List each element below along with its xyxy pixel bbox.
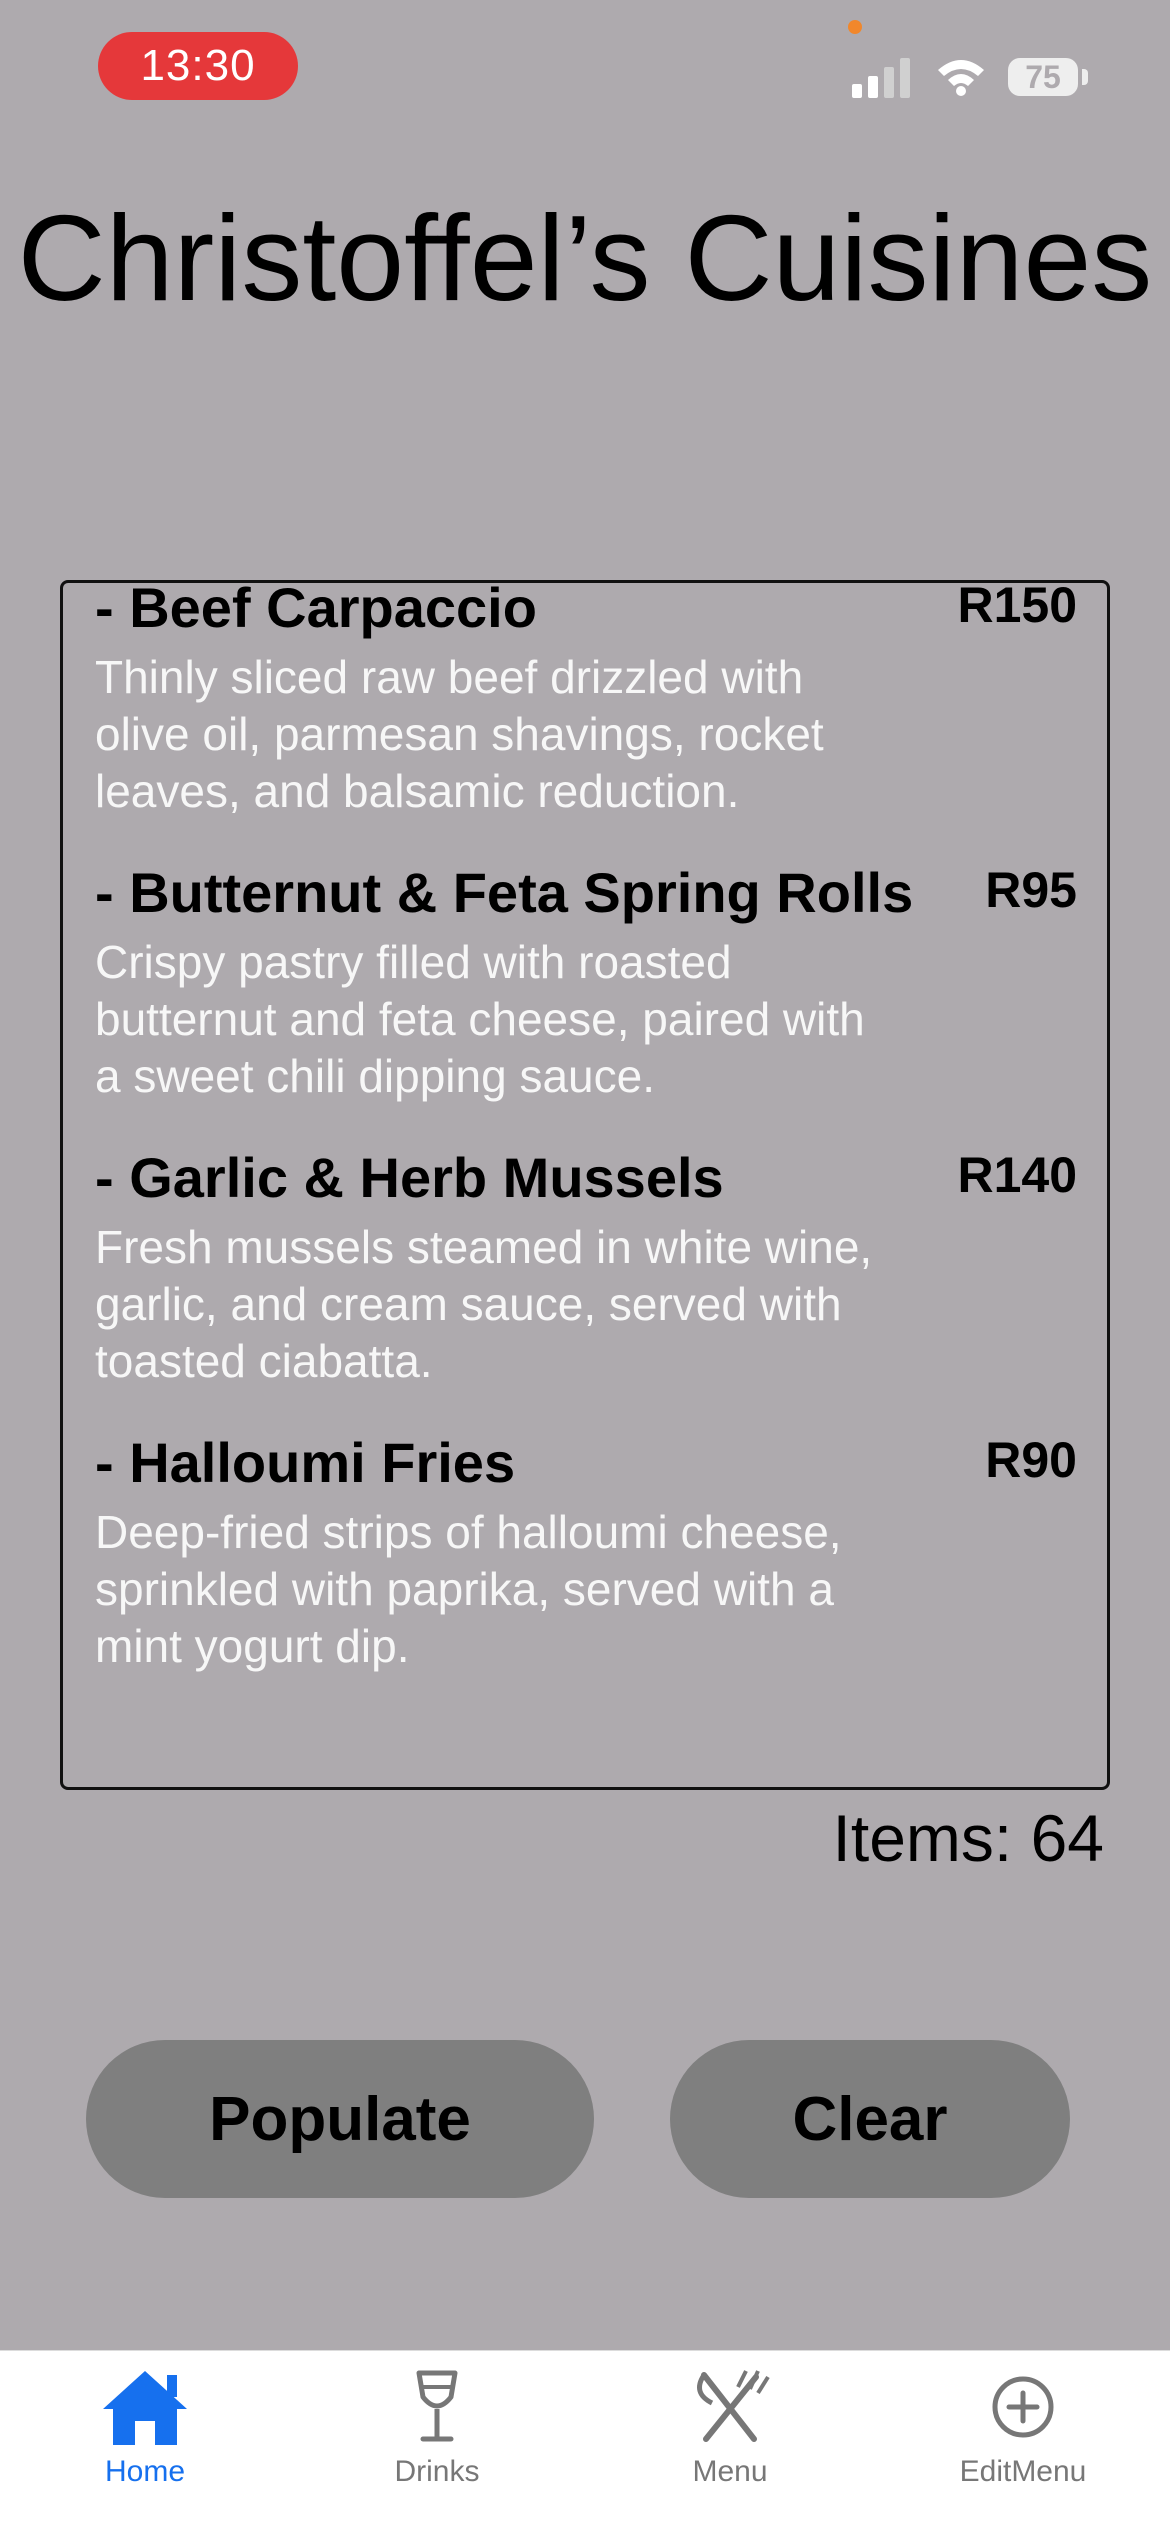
house-icon (103, 2371, 187, 2445)
item-price: R90 (985, 1432, 1077, 1488)
tab-drinks[interactable]: Drinks (322, 2367, 552, 2489)
tab-drinks-label: Drinks (394, 2455, 480, 2488)
menu-list[interactable]: - Beef Carpaccio R150 Thinly sliced raw … (60, 580, 1110, 1790)
item-price: R150 (957, 580, 1077, 633)
populate-button[interactable]: Populate (86, 2040, 594, 2198)
tab-menu-label: Menu (692, 2455, 768, 2488)
battery-icon: 75 (1008, 58, 1078, 96)
wine-glass-icon (416, 2370, 458, 2442)
item-price: R95 (985, 862, 1077, 918)
tab-editmenu[interactable]: EditMenu (908, 2367, 1138, 2489)
item-price: R140 (957, 1147, 1077, 1203)
tab-menu[interactable]: Menu (615, 2367, 845, 2489)
status-time: 13:30 (98, 32, 298, 100)
item-name: - Halloumi Fries (95, 1431, 516, 1494)
item-name: - Garlic & Herb Mussels (95, 1146, 724, 1209)
wifi-icon (938, 60, 984, 96)
item-name: - Butternut & Feta Spring Rolls (95, 861, 914, 924)
item-name: - Beef Carpaccio (95, 580, 537, 639)
item-description: Deep-fried strips of halloumi cheese, sp… (95, 1506, 842, 1672)
item-description: Thinly sliced raw beef drizzled with oli… (95, 651, 824, 817)
cellular-signal-icon (852, 58, 910, 98)
list-item[interactable]: - Butternut & Feta Spring Rolls R95 Cris… (95, 858, 1077, 1105)
tab-home[interactable]: Home (30, 2367, 260, 2489)
battery-tip (1082, 69, 1088, 85)
clear-button[interactable]: Clear (670, 2040, 1070, 2198)
item-description: Fresh mussels steamed in white wine, gar… (95, 1221, 873, 1387)
list-item[interactable]: - Halloumi Fries R90 Deep-fried strips o… (95, 1428, 1077, 1675)
tab-bar: Home Drinks Menu EditMenu (0, 2350, 1170, 2533)
list-item[interactable]: - Beef Carpaccio R150 Thinly sliced raw … (95, 580, 1077, 820)
list-item[interactable]: - Garlic & Herb Mussels R140 Fresh musse… (95, 1143, 1077, 1390)
fork-knife-icon (697, 2370, 770, 2442)
plus-circle-icon (992, 2376, 1054, 2438)
item-description: Crispy pastry filled with roasted butter… (95, 936, 865, 1102)
items-count: Items: 64 (832, 1801, 1104, 1875)
page-title: Christoffel’s Cuisines (17, 190, 1153, 326)
tab-home-label: Home (104, 2455, 186, 2488)
tab-editmenu-label: EditMenu (959, 2455, 1087, 2488)
privacy-indicator-dot (848, 20, 862, 34)
